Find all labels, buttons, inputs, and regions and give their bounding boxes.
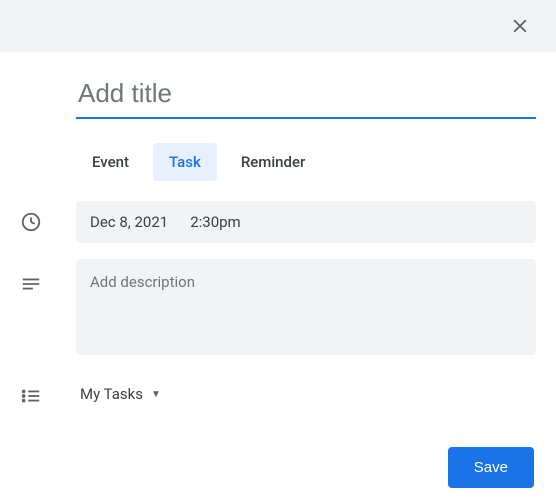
task-list-label: My Tasks — [80, 385, 143, 403]
save-button[interactable]: Save — [448, 447, 534, 488]
dialog-content: Event Task Reminder Dec 8, 2021 2:30pm — [0, 52, 556, 413]
type-tabs: Event Task Reminder — [76, 135, 536, 185]
tab-event[interactable]: Event — [76, 143, 145, 181]
clock-icon — [20, 211, 42, 233]
description-input[interactable] — [76, 259, 536, 355]
close-button[interactable] — [500, 6, 540, 46]
list-icon — [20, 385, 42, 407]
date-value: Dec 8, 2021 — [90, 213, 168, 231]
task-list-select[interactable]: My Tasks ▼ — [76, 375, 165, 413]
chevron-down-icon: ▼ — [151, 389, 161, 400]
tab-reminder[interactable]: Reminder — [225, 143, 322, 181]
description-icon — [20, 273, 42, 295]
datetime-field[interactable]: Dec 8, 2021 2:30pm — [76, 201, 536, 243]
tab-task[interactable]: Task — [153, 143, 217, 181]
close-icon — [509, 15, 531, 37]
dialog-header — [0, 0, 556, 52]
dialog-footer: Save — [0, 429, 556, 504]
time-value: 2:30pm — [190, 213, 241, 231]
title-input[interactable] — [76, 72, 536, 119]
